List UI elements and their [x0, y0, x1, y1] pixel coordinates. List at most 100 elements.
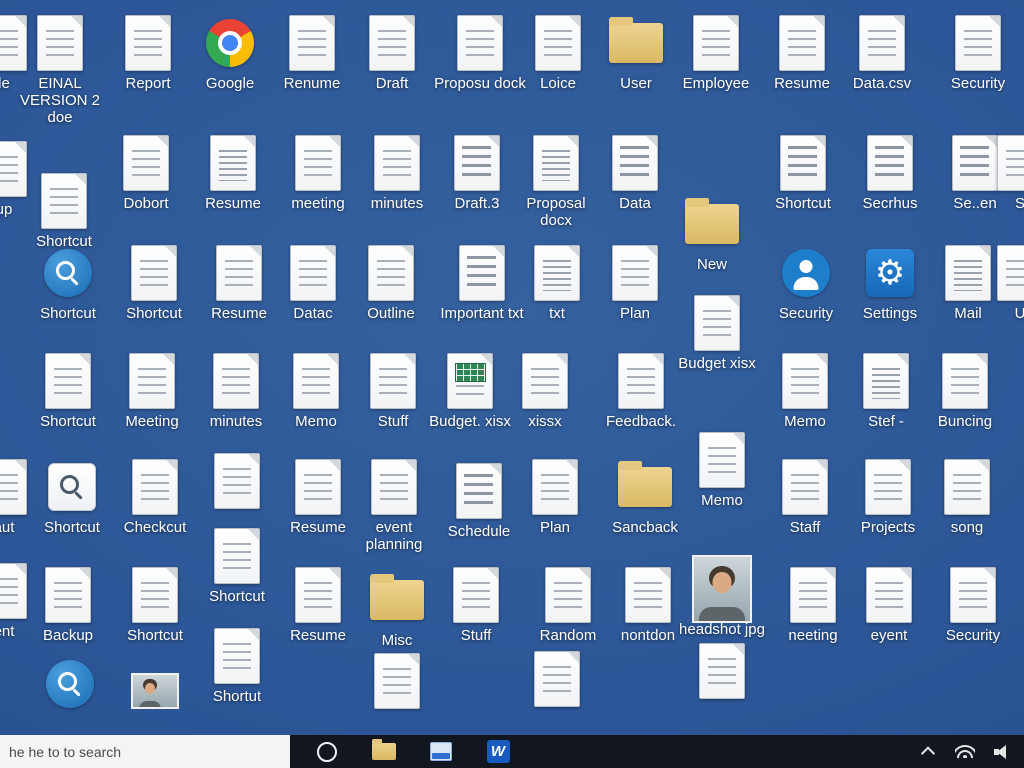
- taskbar-search-box[interactable]: he he to to search: [0, 735, 290, 768]
- desktop-icon[interactable]: Secrhus: [844, 134, 936, 213]
- document-icon: [533, 134, 579, 192]
- desktop-icon[interactable]: event planning: [348, 458, 440, 554]
- desktop-icon[interactable]: Shortut: [191, 627, 283, 706]
- document-icon: [865, 458, 911, 516]
- network-icon[interactable]: [955, 742, 975, 762]
- document-icon: [612, 244, 658, 302]
- desktop-icon[interactable]: Buncing: [919, 352, 1011, 431]
- desktop-icon[interactable]: Shortcut: [22, 244, 114, 323]
- desktop-icon[interactable]: Sancback: [599, 458, 691, 537]
- desktop-icon-label: meeting: [291, 196, 344, 213]
- desktop-icon[interactable]: Shortcut: [191, 527, 283, 606]
- desktop-icon[interactable]: xissx: [499, 352, 591, 431]
- desktop-icon-label: Shortcut: [126, 306, 182, 323]
- start-button[interactable]: [312, 737, 342, 767]
- desktop-icon[interactable]: U: [974, 244, 1024, 323]
- document-icon: [210, 134, 256, 192]
- document-icon: [944, 458, 990, 516]
- desktop-icon[interactable]: Draft: [346, 14, 438, 93]
- tray-expand-button[interactable]: [918, 742, 938, 762]
- desktop-icon[interactable]: Shortcut: [26, 458, 118, 537]
- desktop-icon-label: Resume: [290, 628, 346, 645]
- desktop-icon[interactable]: Outline: [345, 244, 437, 323]
- volume-icon[interactable]: [992, 742, 1012, 762]
- desktop-icon[interactable]: minutes: [351, 134, 443, 213]
- desktop-icon-label: Resume: [211, 306, 267, 323]
- desktop-icon[interactable]: Resume: [756, 14, 848, 93]
- photo-thumbnail: [692, 560, 752, 618]
- desktop-icon-label: Memo: [701, 493, 743, 510]
- desktop-icon-label: Draft.3: [454, 196, 499, 213]
- desktop-icon[interactable]: Renume: [266, 14, 358, 93]
- desktop-icon-label: User: [620, 76, 652, 93]
- desktop-icon[interactable]: [511, 650, 603, 708]
- spreadsheet-icon: [447, 352, 493, 410]
- desktop-icon[interactable]: Shortcut: [18, 172, 110, 251]
- desktop-icon[interactable]: Shortcut: [22, 352, 114, 431]
- desktop-icon[interactable]: Feedback.: [595, 352, 687, 431]
- desktop-icon[interactable]: Google: [184, 14, 276, 93]
- desktop-icon[interactable]: Backup: [22, 566, 114, 645]
- desktop-icon[interactable]: Random: [522, 566, 614, 645]
- document-icon: [534, 244, 580, 302]
- desktop-icon[interactable]: eyent: [843, 566, 935, 645]
- desktop-icon[interactable]: [109, 662, 201, 720]
- documents-app-button[interactable]: [426, 737, 456, 767]
- desktop-icon-label: Shortut: [213, 689, 261, 706]
- search-icon: [46, 655, 94, 713]
- document-icon: [955, 14, 1001, 72]
- desktop-icon[interactable]: Security: [760, 244, 852, 323]
- desktop-icon-label: Secrhus: [862, 196, 917, 213]
- file-explorer-button[interactable]: [369, 737, 399, 767]
- desktop-icon[interactable]: Checkcut: [109, 458, 201, 537]
- desktop-icon[interactable]: Resume: [187, 134, 279, 213]
- desktop-icon[interactable]: Shortcut: [757, 134, 849, 213]
- desktop-icon[interactable]: Report: [102, 14, 194, 93]
- desktop-icon-label: Stuff: [461, 628, 492, 645]
- desktop-icon-label: Data: [619, 196, 651, 213]
- desktop-icon-label: Dobort: [123, 196, 168, 213]
- desktop-icon[interactable]: Security: [932, 14, 1024, 93]
- desktop-icon[interactable]: Plan: [589, 244, 681, 323]
- desktop-icon[interactable]: EINAL VERSION 2 doe: [14, 14, 106, 126]
- desktop-icon[interactable]: Shortcut: [108, 244, 200, 323]
- desktop-icon-label: Stef -: [868, 414, 904, 431]
- desktop-icon[interactable]: Meeting: [106, 352, 198, 431]
- desktop-icon-label: Stuff: [378, 414, 409, 431]
- desktop-icon-label: Renume: [284, 76, 341, 93]
- document-icon: [522, 352, 568, 410]
- desktop-icon[interactable]: Shortcut: [109, 566, 201, 645]
- desktop-icon[interactable]: headshot jpg: [676, 560, 768, 639]
- desktop-icon[interactable]: minutes: [190, 352, 282, 431]
- desktop-icon[interactable]: Staff: [759, 458, 851, 537]
- document-icon: [374, 652, 420, 710]
- desktop-icon[interactable]: Memo: [759, 352, 851, 431]
- desktop-icon-label: S: [1015, 196, 1024, 213]
- desktop-icon[interactable]: [24, 655, 116, 713]
- desktop-icon[interactable]: Employee: [670, 14, 762, 93]
- desktop-icon-label: Meeting: [125, 414, 178, 431]
- desktop-icon-label: Staff: [790, 520, 821, 537]
- desktop-icon[interactable]: song: [921, 458, 1013, 537]
- desktop-icon[interactable]: [191, 452, 283, 510]
- document-icon: [368, 244, 414, 302]
- desktop-icon-label: Data.csv: [853, 76, 911, 93]
- document-icon: [997, 244, 1024, 302]
- document-icon: [132, 566, 178, 624]
- desktop-icon[interactable]: Dobort: [100, 134, 192, 213]
- folder-icon: [685, 195, 739, 253]
- desktop-icon-label: neeting: [788, 628, 837, 645]
- desktop-icon[interactable]: Data.csv: [836, 14, 928, 93]
- user-icon: [782, 244, 830, 302]
- document-icon: [41, 172, 87, 230]
- desktop-icon-label: song: [951, 520, 984, 537]
- desktop-icon[interactable]: S: [974, 134, 1024, 213]
- desktop-icon[interactable]: Stuff: [430, 566, 522, 645]
- document-icon: [859, 14, 905, 72]
- desktop-icon[interactable]: [676, 642, 768, 700]
- word-button[interactable]: W: [483, 737, 513, 767]
- desktop-icon[interactable]: User: [590, 14, 682, 93]
- desktop-icon[interactable]: [351, 652, 443, 710]
- desktop-icon[interactable]: Plan: [509, 458, 601, 537]
- desktop-icon[interactable]: Security: [927, 566, 1019, 645]
